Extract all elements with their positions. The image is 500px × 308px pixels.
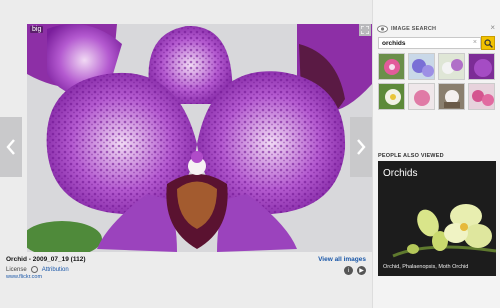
search-input[interactable]: orchids × <box>378 37 481 49</box>
thumbnail[interactable] <box>408 83 435 110</box>
image-search-panel: IMAGE SEARCH × orchids × PEOPLE ALSO VIE… <box>372 0 500 308</box>
orchid-photo <box>27 24 372 252</box>
thumbnail[interactable] <box>408 53 435 80</box>
chevron-left-icon <box>6 139 15 155</box>
play-icon: ▶ <box>359 268 364 274</box>
related-search-card[interactable]: Orchids Orchid, Phalaenopsis, Moth Orchi… <box>378 161 496 276</box>
image-caption: Orchid - 2009_07_19 (112) View all image… <box>6 256 366 306</box>
thumbnail[interactable] <box>438 83 465 110</box>
license-label: License <box>6 266 27 273</box>
info-button[interactable]: i <box>344 266 353 275</box>
image-viewer: big Orchid - 2009_07_19 (112) View all i… <box>0 0 372 308</box>
expand-icon <box>361 26 369 34</box>
expand-button[interactable] <box>359 24 371 36</box>
view-all-images-link[interactable]: View all images <box>318 256 366 263</box>
thumbnail[interactable] <box>468 83 495 110</box>
info-icon: i <box>347 267 350 274</box>
panel-header: IMAGE SEARCH <box>377 25 436 33</box>
image-title[interactable]: Orchid - 2009_07_19 (112) <box>6 256 86 263</box>
panel-title: IMAGE SEARCH <box>391 26 437 32</box>
slideshow-button[interactable]: ▶ <box>357 266 366 275</box>
next-image-button[interactable] <box>350 117 372 177</box>
thumbnail[interactable] <box>468 53 495 80</box>
thumbnail-grid <box>378 53 495 110</box>
main-image[interactable] <box>27 24 372 252</box>
related-description: Orchid, Phalaenopsis, Moth Orchid <box>383 264 469 270</box>
search-button[interactable] <box>481 36 495 50</box>
caption-actions: i ▶ <box>344 266 366 275</box>
related-title: Orchids <box>383 168 418 179</box>
thumbnail[interactable] <box>378 53 405 80</box>
close-panel-button[interactable]: × <box>490 23 495 32</box>
license-row: License Attribution <box>6 266 69 273</box>
thumbnail[interactable] <box>378 83 405 110</box>
size-badge: big <box>30 26 44 33</box>
source-link[interactable]: www.flickr.com <box>6 274 42 280</box>
attribution-link[interactable]: Attribution <box>42 267 69 273</box>
clear-search-icon[interactable]: × <box>473 39 477 46</box>
search-icon <box>483 38 493 48</box>
search-value: orchids <box>382 40 406 47</box>
previous-image-button[interactable] <box>0 117 22 177</box>
creative-commons-icon <box>30 266 38 273</box>
people-also-viewed-heading: PEOPLE ALSO VIEWED <box>378 153 444 159</box>
chevron-right-icon <box>357 139 366 155</box>
eye-icon <box>377 25 388 33</box>
close-icon: × <box>490 23 495 32</box>
thumbnail[interactable] <box>438 53 465 80</box>
